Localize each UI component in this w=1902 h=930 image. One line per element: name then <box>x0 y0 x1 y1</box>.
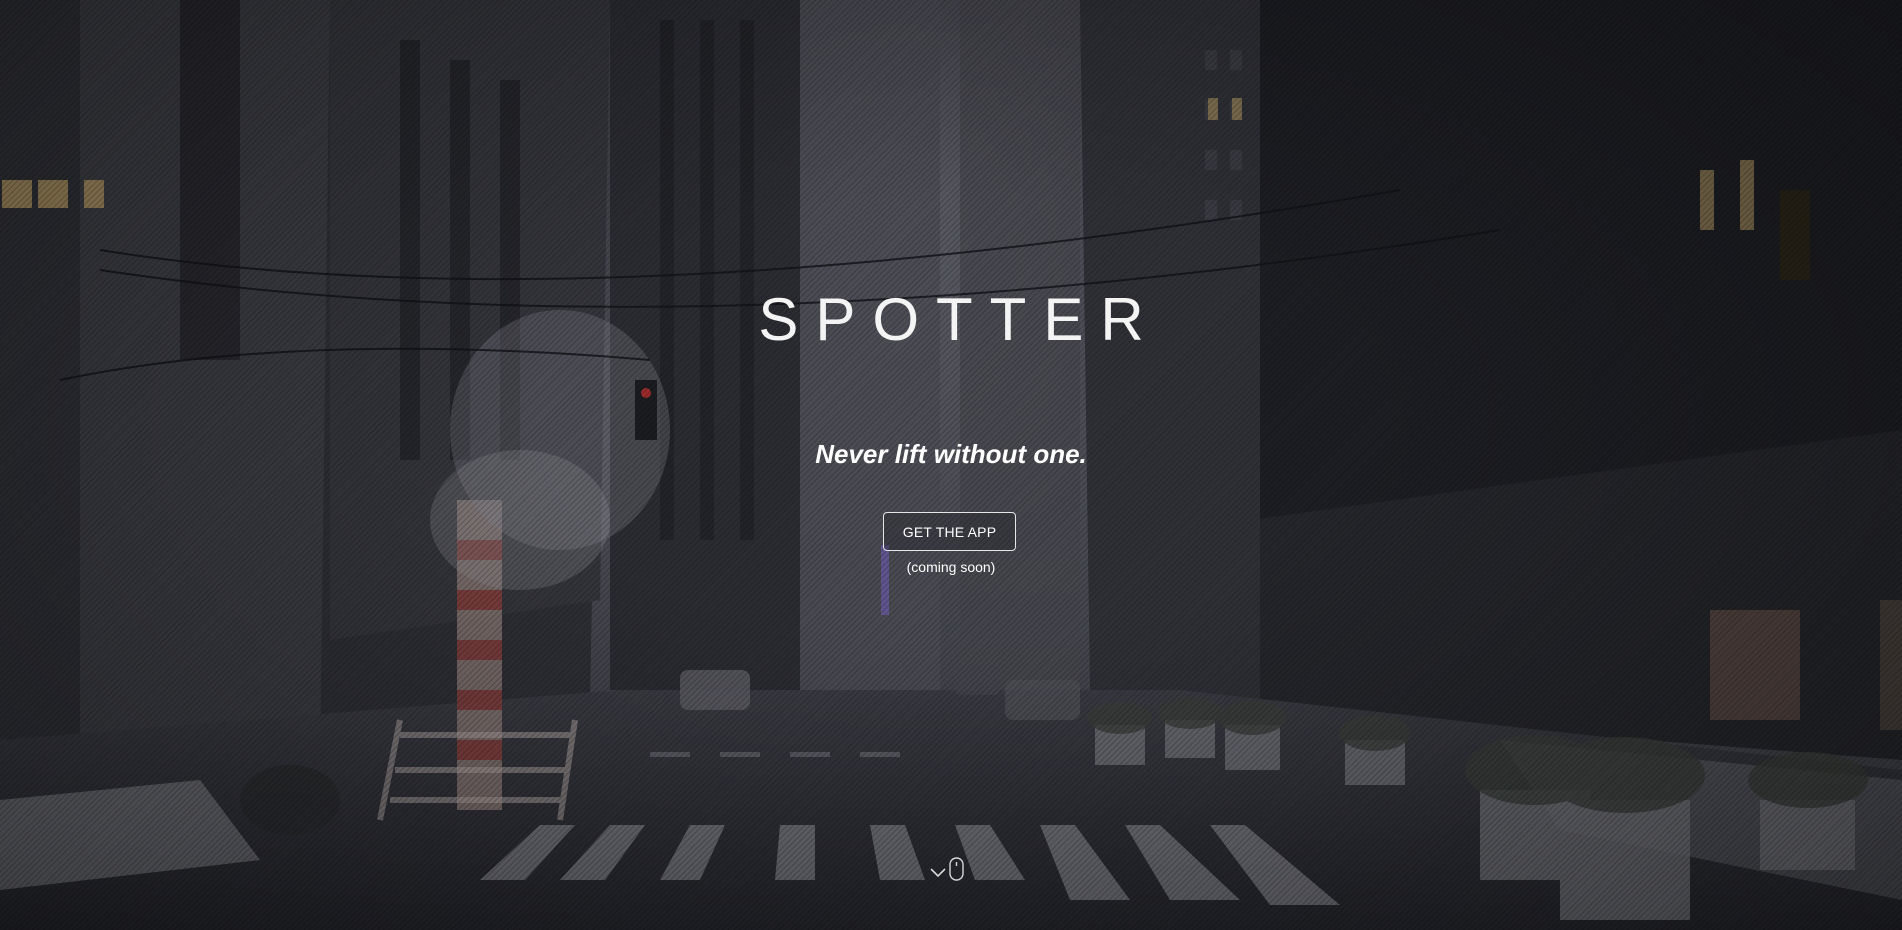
tagline: Never lift without one. <box>815 439 1087 469</box>
chevron-down-icon <box>930 868 946 878</box>
brand-title: SPOTTER <box>758 286 1161 353</box>
scroll-down-indicator[interactable] <box>928 856 974 886</box>
get-the-app-button[interactable]: GET THE APP <box>883 512 1016 551</box>
mouse-icon <box>949 857 964 881</box>
hero-section: SPOTTER Never lift without one. GET THE … <box>0 0 1902 930</box>
coming-soon-note: (coming soon) <box>906 559 996 575</box>
hero-content: SPOTTER Never lift without one. GET THE … <box>0 0 1902 930</box>
